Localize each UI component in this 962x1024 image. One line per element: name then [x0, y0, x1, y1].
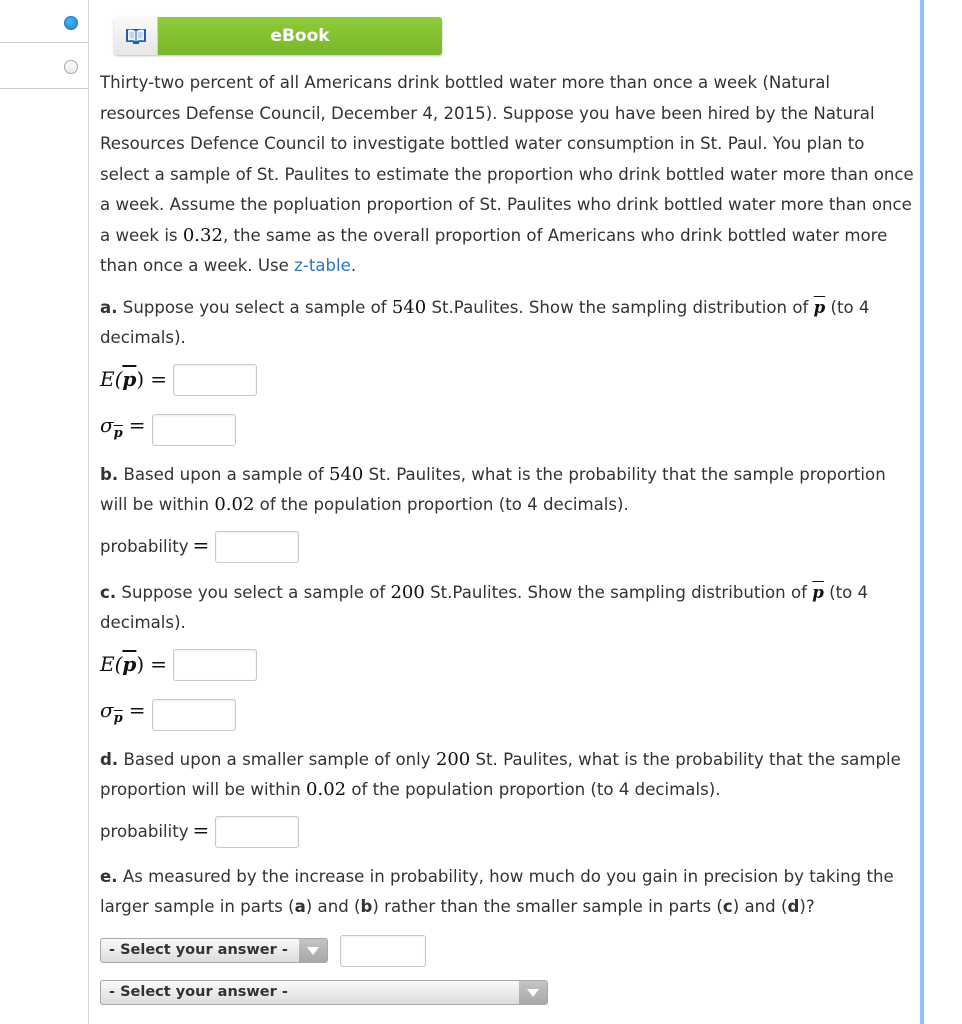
std-error-input-c[interactable]: [151, 698, 236, 731]
question-text: ) and (: [732, 897, 788, 916]
probability-row-b: probability =: [100, 527, 915, 567]
part-letter: a.: [100, 297, 118, 317]
conclusion-select[interactable]: - Select your answer -: [100, 980, 548, 1005]
part-ref: d: [787, 897, 800, 916]
part-c-question: c. Suppose you select a sample of 200 St…: [100, 577, 915, 639]
expected-value-input-a[interactable]: [172, 363, 257, 396]
part-letter: d.: [100, 749, 119, 769]
ebook-button[interactable]: eBook: [114, 17, 442, 55]
std-error-label: σp =: [100, 697, 146, 726]
precision-gain-input[interactable]: [340, 934, 426, 967]
part-letter: c.: [100, 582, 117, 602]
select-value: - Select your answer -: [109, 942, 288, 959]
question-text: ) and (: [305, 897, 361, 916]
intro-text: Thirty-two percent of all Americans drin…: [100, 73, 914, 245]
nav-item-1[interactable]: [0, 0, 88, 43]
radio-unselected-icon[interactable]: [64, 60, 78, 74]
intro-text: .: [350, 256, 357, 275]
question-text: Based upon a smaller sample of only: [118, 749, 436, 769]
scrollbar-accent: [920, 0, 924, 1024]
probability-row-d: probability =: [100, 812, 915, 852]
question-text: St.Paulites. Show the sampling distribut…: [426, 297, 814, 317]
question-text: of the population proportion (to 4 decim…: [346, 780, 721, 799]
probability-label: probability =: [100, 818, 210, 843]
ebook-label: eBook: [158, 17, 442, 55]
probability-input-d[interactable]: [215, 815, 300, 848]
expected-value-row-c: E(p) =: [100, 645, 915, 685]
question-text: Suppose you select a sample of: [117, 297, 392, 317]
precision-row: - Select your answer -: [100, 931, 915, 971]
question-text: )?: [799, 897, 815, 916]
part-ref: b: [360, 897, 373, 916]
question-nav: [0, 0, 89, 1024]
chevron-down-icon: [519, 981, 547, 1004]
question-text: ) rather than the smaller sample in part…: [372, 897, 723, 916]
conclusion-row: - Select your answer -: [100, 973, 915, 1013]
part-e-question: e. As measured by the increase in probab…: [100, 862, 915, 923]
sample-size: 200: [435, 748, 471, 770]
select-value: - Select your answer -: [109, 984, 288, 1001]
sample-size: 540: [329, 463, 364, 485]
part-b-question: b. Based upon a sample of 540 St. Paulit…: [100, 460, 915, 521]
population-proportion: 0.32: [182, 224, 223, 246]
open-book-icon: [114, 17, 158, 55]
nav-item-2[interactable]: [0, 42, 88, 89]
margin-value: 0.02: [214, 494, 255, 515]
margin-value: 0.02: [306, 779, 347, 800]
sample-size: 540: [391, 296, 427, 318]
part-letter: e.: [100, 866, 118, 886]
p-bar-symbol: p: [813, 296, 826, 317]
question-text: St.Paulites. Show the sampling distribut…: [424, 582, 813, 602]
question-text: of the population proportion (to 4 decim…: [254, 495, 629, 514]
std-error-input-a[interactable]: [151, 413, 236, 446]
question-text: Suppose you select a sample of: [116, 582, 391, 602]
expected-value-label: E(p) =: [100, 652, 167, 677]
expected-value-row-a: E(p) =: [100, 360, 915, 400]
question-text: Based upon a sample of: [118, 464, 329, 484]
part-letter: b.: [100, 464, 119, 484]
std-error-row-a: σp =: [100, 410, 915, 450]
probability-label: probability =: [100, 533, 210, 558]
chevron-down-icon: [299, 939, 327, 962]
part-ref: a: [294, 897, 306, 916]
part-a-question: a. Suppose you select a sample of 540 St…: [100, 292, 915, 354]
part-d-question: d. Based upon a smaller sample of only 2…: [100, 745, 915, 806]
expected-value-label: E(p) =: [100, 367, 167, 392]
part-ref: c: [722, 897, 733, 916]
question-content: Thirty-two percent of all Americans drin…: [100, 68, 915, 1013]
std-error-label: σp =: [100, 412, 146, 441]
z-table-link[interactable]: z-table: [294, 256, 351, 275]
p-bar-symbol: p: [812, 581, 824, 602]
direction-select[interactable]: - Select your answer -: [100, 938, 328, 963]
std-error-row-c: σp =: [100, 695, 915, 735]
sample-size: 200: [390, 581, 425, 603]
probability-input-b[interactable]: [215, 530, 300, 563]
expected-value-input-c[interactable]: [172, 648, 257, 681]
problem-statement: Thirty-two percent of all Americans drin…: [100, 68, 915, 282]
radio-selected-icon[interactable]: [64, 16, 78, 30]
